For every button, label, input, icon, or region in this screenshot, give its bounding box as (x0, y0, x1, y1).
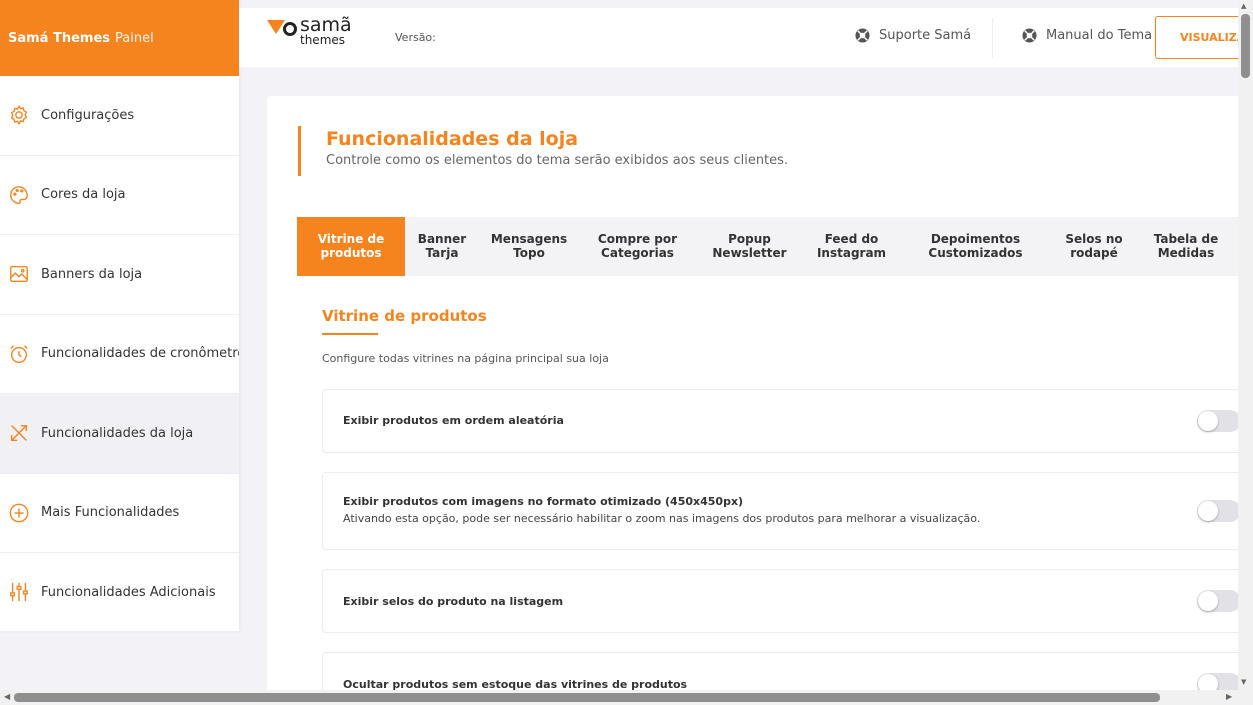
tab-selos-rodape[interactable]: Selos no rodapé (1051, 217, 1137, 276)
toggle-switch[interactable] (1197, 500, 1241, 522)
support-link[interactable]: Suporte Samá (855, 28, 971, 43)
tools-icon (8, 422, 30, 444)
tab-compre-categorias[interactable]: Compre por Categorias (579, 217, 696, 276)
tab-depoimentos[interactable]: Depoimentos Customizados (900, 217, 1051, 276)
tab-label-line2: Medidas (1157, 245, 1215, 260)
sidebar-item-funcionalidades-loja[interactable]: Funcionalidades da loja (0, 394, 239, 474)
tab-label-line1: Popup (728, 232, 771, 247)
lifebuoy-icon (1022, 28, 1037, 43)
image-icon (8, 263, 30, 285)
main-panel: Funcionalidades da loja Controle como os… (267, 96, 1253, 705)
tab-label-line1: Compre por (597, 232, 678, 247)
tab-feed-instagram[interactable]: Feed do Instagram (803, 217, 900, 276)
tab-label-line2: Customizados (928, 245, 1023, 260)
sidebar-item-mais-funcionalidades[interactable]: Mais Funcionalidades (0, 474, 239, 553)
tab-popup-newsletter[interactable]: Popup Newsletter (696, 217, 803, 276)
plus-circle-icon (8, 502, 30, 524)
tab-banner-tarja[interactable]: Banner Tarja (405, 217, 479, 276)
lifebuoy-icon (855, 28, 870, 43)
tab-label-line2: Topo (513, 245, 545, 260)
tab-label-line2: produtos (320, 245, 382, 260)
visualize-button[interactable]: VISUALIZAR (1155, 16, 1245, 59)
horizontal-scroll-thumb[interactable] (14, 693, 1160, 702)
tab-vitrine-produtos[interactable]: Vitrine de produtos (297, 217, 405, 276)
sidebar-item-cores[interactable]: Cores da loja (0, 156, 239, 235)
gear-icon (8, 104, 30, 126)
logo-subtext: themes (300, 33, 346, 47)
tab-label-line1: Banner (417, 232, 467, 247)
sidebar-item-configuracoes[interactable]: Configurações (0, 76, 239, 156)
tab-label-line2: Categorias (601, 245, 674, 260)
tab-label-line2: Tarja (425, 245, 459, 260)
option-row: Exibir produtos com imagens no formato o… (322, 472, 1253, 550)
option-label: Exibir selos do produto na listagem (343, 595, 564, 608)
scroll-right-arrow-icon[interactable]: ▶ (1226, 692, 1232, 701)
vertical-scroll-thumb[interactable] (1241, 14, 1250, 78)
version-label: Versão: (395, 31, 436, 44)
sidebar-item-label: Configurações (41, 107, 135, 123)
toggle-knob (1198, 591, 1218, 611)
section-description: Configure todas vitrines na página princ… (322, 352, 609, 365)
scroll-left-arrow-icon[interactable]: ◀ (4, 692, 10, 701)
palette-icon (8, 184, 30, 206)
sidebar: Samá Themes Painel Configurações Cores d… (0, 0, 239, 633)
tab-label-line2: Newsletter (712, 245, 787, 260)
toggle-switch[interactable] (1197, 410, 1241, 432)
tab-label-line1: Mensagens (490, 232, 568, 247)
manual-link[interactable]: Manual do Tema (1022, 28, 1152, 43)
page-title: Funcionalidades da loja (326, 128, 579, 150)
tab-label-line1: Selos no (1065, 232, 1123, 247)
top-bar: samã themes Versão: Suporte Samá Manual … (239, 8, 1253, 67)
toggle-switch[interactable] (1197, 590, 1241, 612)
logo-circle-icon (283, 22, 297, 36)
scroll-up-arrow-icon[interactable]: ▲ (1241, 2, 1246, 10)
tab-label-line2: rodapé (1070, 245, 1118, 260)
section-title-underline (322, 333, 378, 335)
tab-label-line1: Depoimentos (930, 232, 1021, 247)
option-row: Exibir selos do produto na listagem (322, 569, 1253, 633)
page-subtitle: Controle como os elementos do tema serão… (326, 153, 789, 168)
scroll-down-arrow-icon[interactable]: ▼ (1241, 678, 1246, 686)
page-title-block: Funcionalidades da loja Controle como os… (298, 126, 788, 176)
brand-panel-label: Painel (115, 30, 154, 46)
section-title: Vitrine de produtos (322, 307, 487, 325)
option-description: Ativando esta opção, pode ser necessário… (343, 512, 981, 525)
support-label: Suporte Samá (879, 28, 972, 43)
toggle-knob (1198, 411, 1218, 431)
tab-content: Vitrine de produtos Configure todas vitr… (297, 276, 1253, 705)
sidebar-item-cronometros[interactable]: Funcionalidades de cronômetros (0, 315, 239, 394)
brand-name: Samá Themes (8, 30, 111, 46)
sidebar-item-label: Banners da loja (41, 266, 143, 282)
sidebar-item-banners[interactable]: Banners da loja (0, 235, 239, 315)
toggle-knob (1198, 501, 1218, 521)
tab-bar: Vitrine de produtos Banner Tarja Mensagens… (297, 217, 1253, 276)
option-row: Exibir produtos em ordem aleatória (322, 389, 1253, 453)
tab-label-line1: Vitrine de (317, 232, 385, 247)
sidebar-header: Samá Themes Painel (0, 0, 239, 76)
option-label: Exibir produtos com imagens no formato o… (343, 495, 744, 508)
vertical-scrollbar[interactable]: ▲ ▼ (1238, 0, 1253, 690)
sidebar-item-label: Cores da loja (41, 187, 126, 203)
header-divider (992, 18, 993, 58)
sidebar-item-label: Mais Funcionalidades (41, 505, 180, 521)
horizontal-scrollbar[interactable]: ◀ ▶ (0, 690, 1253, 705)
sidebar-item-funcionalidades-adicionais[interactable]: Funcionalidades Adicionais (0, 553, 239, 633)
sidebar-item-label: Funcionalidades da loja (41, 425, 194, 441)
alarm-clock-icon (8, 343, 30, 365)
tab-label-line1: Feed do (824, 232, 879, 247)
sidebar-item-label: Funcionalidades de cronômetros (41, 346, 239, 362)
tab-mensagens-topo[interactable]: Mensagens Topo (479, 217, 579, 276)
tab-label-line2: Instagram (816, 245, 887, 260)
tab-label-line1: Tabela de (1153, 232, 1219, 247)
sidebar-item-label: Funcionalidades Adicionais (41, 584, 216, 600)
tab-tabela-medidas[interactable]: Tabela de Medidas (1137, 217, 1235, 276)
sama-themes-logo[interactable]: samã themes (267, 16, 352, 46)
sliders-icon (8, 581, 30, 603)
manual-label: Manual do Tema (1046, 28, 1153, 43)
option-label: Exibir produtos em ordem aleatória (343, 414, 564, 427)
